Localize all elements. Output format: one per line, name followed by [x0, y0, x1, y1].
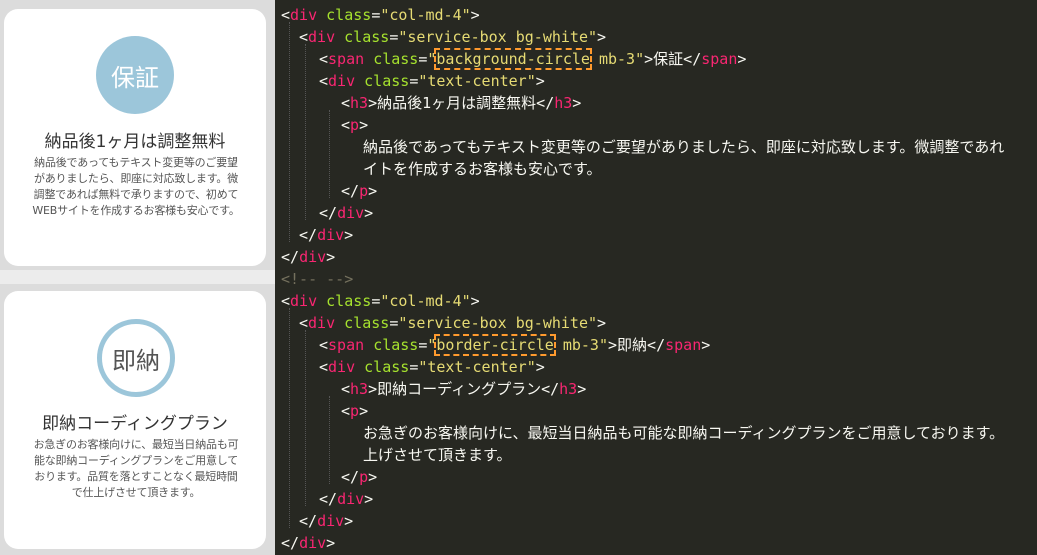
card-title: 即納コーディングプラン: [42, 414, 228, 434]
indent-guide: [305, 330, 307, 506]
service-box-guarantee: 保証 納品後1ヶ月は調整無料 納品後であってもテキスト変更等のご要望 がありまし…: [4, 9, 266, 266]
code-line: </div>: [299, 512, 354, 530]
circle-label: 保証: [111, 63, 159, 92]
indent-guide: [289, 22, 291, 242]
card-body: 納品後であってもテキスト変更等のご要望 がありましたら、即座に対応致します。微 …: [32, 156, 240, 217]
code-line: </div>: [299, 226, 354, 244]
indent-guide: [329, 396, 331, 484]
code-line: </div>: [319, 204, 374, 222]
code-line: イトを作成するお客様も安心です。: [363, 160, 602, 178]
circle-label: 即納: [112, 346, 160, 375]
code-line: 納品後であってもテキスト変更等のご要望がありましたら、即座に対応致します。微調整…: [363, 138, 1005, 156]
card-title: 納品後1ヶ月は調整無料: [44, 132, 226, 152]
code-line: </p>: [341, 468, 378, 486]
background-circle: 保証: [96, 36, 174, 114]
code-line: <div class="col-md-4">: [281, 6, 480, 24]
code-line: <div class="text-center">: [319, 72, 545, 90]
code-line: <div class="service-box bg-white">: [299, 28, 607, 46]
code-line: <h3>即納コーディングプラン</h3>: [341, 380, 587, 398]
preview-panel: 保証 納品後1ヶ月は調整無料 納品後であってもテキスト変更等のご要望 がありまし…: [0, 0, 275, 555]
service-box-express: 即納 即納コーディングプラン お急ぎのお客様向けに、最短当日納品も可 能な即納コ…: [4, 291, 266, 549]
code-line: <div class="col-md-4">: [281, 292, 480, 310]
code-line: <span class="border-circle mb-3">即納</spa…: [319, 334, 711, 356]
code-editor[interactable]: <div class="col-md-4"> <div class="servi…: [275, 0, 1037, 555]
code-line: <div class="service-box bg-white">: [299, 314, 607, 332]
code-line: </div>: [281, 534, 336, 552]
highlighted-class: border-circle: [434, 334, 556, 356]
code-line: お急ぎのお客様向けに、最短当日納品も可能な即納コーディングプランをご用意しており…: [363, 424, 1005, 442]
code-line: <p>: [341, 402, 369, 420]
code-line: <span class="background-circle mb-3">保証<…: [319, 48, 747, 70]
code-line: <p>: [341, 116, 369, 134]
code-line: 上げさせて頂きます。: [363, 446, 512, 464]
card-body: お急ぎのお客様向けに、最短当日納品も可 能な即納コーディングプランをご用意して …: [33, 438, 239, 499]
indent-guide: [305, 44, 307, 220]
indent-guide: [329, 110, 331, 198]
border-circle: 即納: [97, 319, 175, 397]
code-comment: <!-- -->: [281, 270, 354, 288]
highlighted-class: background-circle: [434, 48, 592, 70]
code-line: <h3>納品後1ヶ月は調整無料</h3>: [341, 94, 582, 112]
code-line: </p>: [341, 182, 378, 200]
code-line: </div>: [319, 490, 374, 508]
code-line: </div>: [281, 248, 336, 266]
indent-guide: [289, 308, 291, 528]
code-line: <div class="text-center">: [319, 358, 545, 376]
divider: [0, 270, 275, 284]
